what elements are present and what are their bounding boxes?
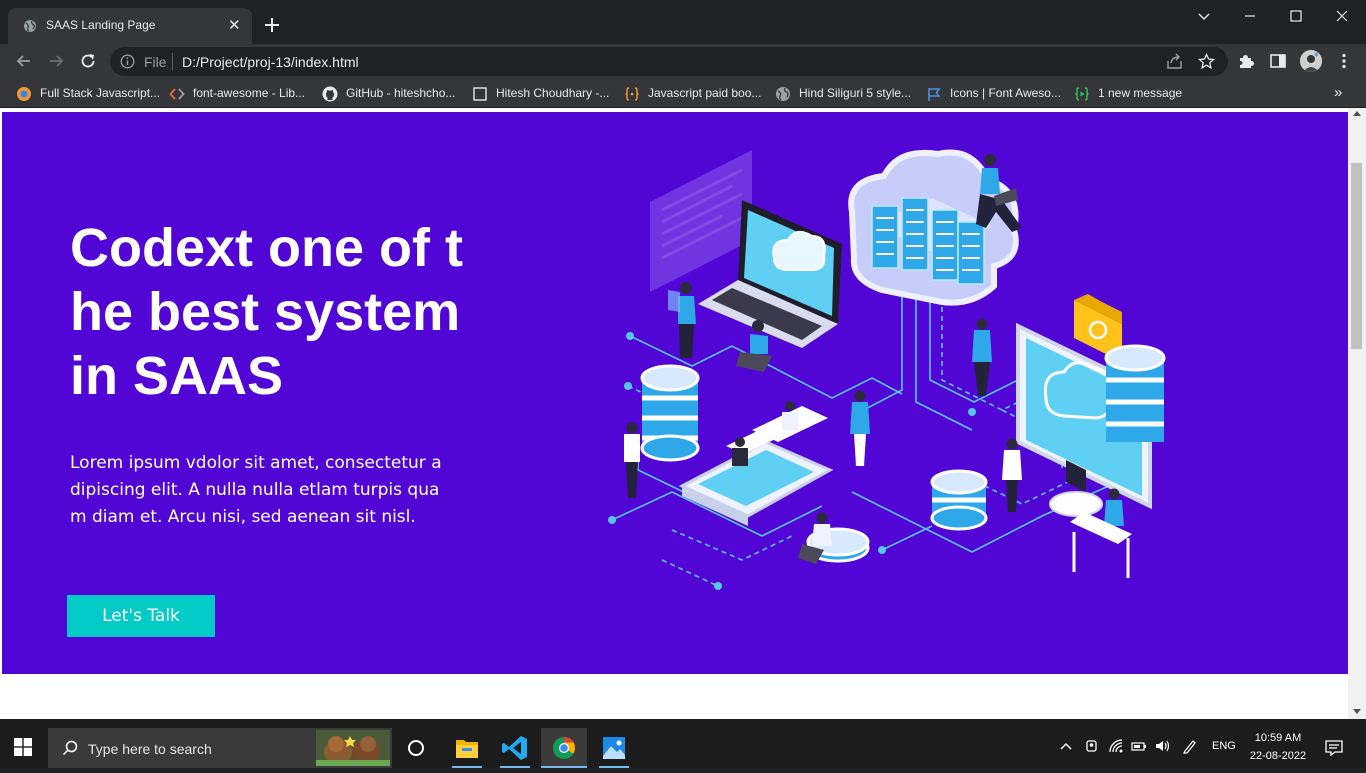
taskbar-file-explorer[interactable] xyxy=(444,728,490,768)
cortana-icon[interactable] xyxy=(408,740,424,756)
kebab-menu-icon[interactable] xyxy=(1334,51,1354,71)
bookmark-label: Javascript paid boo... xyxy=(648,86,762,100)
battery-icon[interactable] xyxy=(1131,738,1147,754)
bookmark-item[interactable]: 1 new message xyxy=(1074,85,1194,103)
window-close-icon[interactable] xyxy=(1332,6,1352,26)
windows-taskbar: Type here to search ENG 10:59 AM 22-08-2… xyxy=(0,720,1366,768)
notification-center-icon[interactable] xyxy=(1325,740,1343,756)
bookmark-label: GitHub - hiteshcho... xyxy=(346,86,456,100)
page-icon xyxy=(473,87,487,101)
chat-icon xyxy=(1075,87,1089,101)
chrome-icon xyxy=(553,736,575,759)
browser-tab[interactable]: SAAS Landing Page ✕ xyxy=(8,8,252,44)
photos-icon xyxy=(603,737,625,759)
address-bar[interactable]: File D:/Project/proj-13/index.html xyxy=(110,47,1228,76)
bookmark-item[interactable]: Javascript paid boo... xyxy=(624,85,769,103)
bookmark-label: Hitesh Choudhary -... xyxy=(496,86,610,100)
tab-close-icon[interactable]: ✕ xyxy=(228,18,241,34)
bookmark-item[interactable]: Icons | Font Aweso... xyxy=(926,85,1071,103)
tab-search-icon[interactable] xyxy=(1194,6,1214,26)
clock-date[interactable]: 22-08-2022 xyxy=(1248,750,1308,762)
side-panel-icon[interactable] xyxy=(1268,51,1288,71)
browser-toolbar: File D:/Project/proj-13/index.html xyxy=(0,44,1366,79)
info-icon[interactable] xyxy=(120,54,135,69)
cloud-network-illustration xyxy=(608,149,1166,590)
vscode-icon xyxy=(502,736,527,760)
url-scheme-label: File xyxy=(144,54,167,70)
back-arrow-icon[interactable] xyxy=(14,51,34,71)
taskbar-search-box[interactable]: Type here to search xyxy=(48,728,392,768)
clock-time[interactable]: 10:59 AM xyxy=(1248,732,1308,744)
show-hidden-icons-chevron-icon[interactable] xyxy=(1058,738,1074,754)
bookmark-label: Full Stack Javascript... xyxy=(40,86,161,100)
bookmark-item[interactable]: GitHub - hiteshcho... xyxy=(322,85,462,103)
flag-icon xyxy=(928,88,941,101)
bookmark-label: Hind Siliguri 5 style... xyxy=(799,86,912,100)
search-placeholder: Type here to search xyxy=(88,741,212,757)
bookmarks-overflow-icon[interactable]: » xyxy=(1334,84,1342,101)
bookmark-item[interactable]: font-awesome - Lib... xyxy=(169,85,309,103)
hero-section: Codext one of the best system in SAAS Lo… xyxy=(2,112,1348,674)
file-explorer-icon xyxy=(456,740,478,758)
braces-icon xyxy=(625,87,639,101)
bookmark-item[interactable]: Hind Siliguri 5 style... xyxy=(775,85,920,103)
bookmark-item[interactable]: Full Stack Javascript... xyxy=(16,85,160,103)
hero-description: Lorem ipsum vdolor sit amet, consectetur… xyxy=(70,453,442,527)
hero-title: Codext one of the best system in SAAS xyxy=(70,218,463,406)
search-icon xyxy=(62,740,78,756)
bookmark-label: font-awesome - Lib... xyxy=(193,86,306,100)
github-icon xyxy=(322,86,338,102)
scroll-down-arrow-icon[interactable] xyxy=(1353,709,1361,714)
maximize-icon[interactable] xyxy=(1286,6,1306,26)
bookmark-label: 1 new message xyxy=(1098,86,1183,100)
page-viewport: Codext one of the best system in SAAS Lo… xyxy=(0,108,1366,719)
forward-arrow-icon[interactable] xyxy=(46,51,66,71)
taskbar-chrome[interactable] xyxy=(541,728,587,768)
minimize-icon[interactable] xyxy=(1240,6,1260,26)
share-icon[interactable] xyxy=(1166,53,1183,70)
page-scrollbar[interactable] xyxy=(1348,108,1366,719)
scrollbar-thumb[interactable] xyxy=(1351,163,1362,349)
volume-icon[interactable] xyxy=(1154,738,1170,754)
reload-icon[interactable] xyxy=(78,51,98,71)
input-language-label[interactable]: ENG xyxy=(1212,740,1236,752)
search-highlight-art-icon xyxy=(316,730,390,766)
meet-now-icon[interactable] xyxy=(1084,738,1100,754)
bookmark-label: Icons | Font Aweso... xyxy=(950,86,1061,100)
taskbar-vscode[interactable] xyxy=(492,728,538,768)
bookmark-item[interactable]: Hitesh Choudhary -... xyxy=(472,85,612,103)
profile-avatar[interactable] xyxy=(1300,50,1322,72)
bookmark-star-icon[interactable] xyxy=(1198,53,1215,70)
new-tab-icon[interactable] xyxy=(262,15,282,35)
url-text[interactable]: D:/Project/proj-13/index.html xyxy=(182,54,359,70)
url-divider xyxy=(172,53,173,70)
extensions-puzzle-icon[interactable] xyxy=(1236,51,1256,71)
wifi-icon[interactable] xyxy=(1108,738,1124,754)
orange-circle-icon xyxy=(17,87,31,101)
tab-title: SAAS Landing Page xyxy=(46,18,156,32)
taskbar-photos[interactable] xyxy=(591,728,637,768)
profile-picture-icon xyxy=(1300,50,1322,72)
bookmarks-bar: Full Stack Javascript... font-awesome - … xyxy=(0,79,1366,108)
windows-start-icon[interactable] xyxy=(14,738,32,756)
tab-strip: SAAS Landing Page ✕ xyxy=(0,0,1366,44)
globe-icon xyxy=(776,87,790,101)
globe-icon xyxy=(24,20,36,32)
scroll-up-arrow-icon[interactable] xyxy=(1353,111,1361,116)
pen-workspace-icon[interactable] xyxy=(1182,738,1198,754)
lets-talk-button[interactable]: Let's Talk xyxy=(67,595,215,637)
code-brackets-icon xyxy=(169,88,185,100)
